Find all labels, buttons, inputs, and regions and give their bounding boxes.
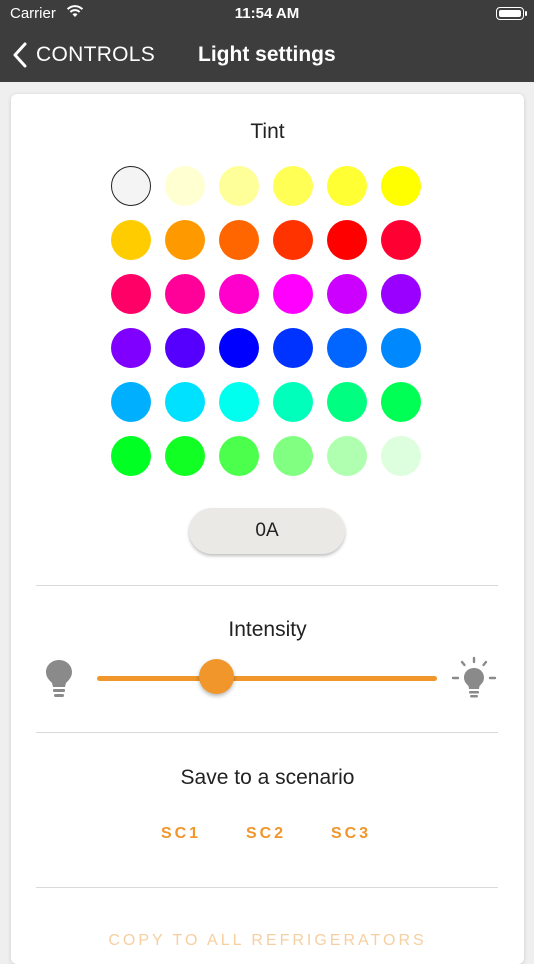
copy-to-all-button[interactable]: COPY TO ALL REFRIGERATORS xyxy=(11,932,524,950)
tint-swatch[interactable] xyxy=(165,166,205,206)
tint-swatch[interactable] xyxy=(219,274,259,314)
back-button[interactable]: CONTROLS xyxy=(12,40,155,70)
light-settings-card: Tint 0A Intensity Save to a scenario SC1… xyxy=(11,94,524,964)
tint-swatch[interactable] xyxy=(111,220,151,260)
tint-swatch[interactable] xyxy=(165,436,205,476)
back-label: CONTROLS xyxy=(36,43,156,66)
color-code-button[interactable]: 0A xyxy=(189,508,345,554)
tint-swatch[interactable] xyxy=(327,166,367,206)
tint-swatch[interactable] xyxy=(381,274,421,314)
tint-swatch[interactable] xyxy=(327,328,367,368)
bulb-off-icon xyxy=(46,660,72,697)
nav-bar: CONTROLS Light settings xyxy=(0,28,534,82)
tint-swatch[interactable] xyxy=(219,382,259,422)
tint-swatch[interactable] xyxy=(111,328,151,368)
divider xyxy=(36,585,498,586)
bulb-on-icon xyxy=(451,656,497,698)
scenario-3-button[interactable]: SC3 xyxy=(321,820,381,848)
tint-swatch[interactable] xyxy=(273,382,313,422)
tint-swatch[interactable] xyxy=(111,436,151,476)
tint-swatch[interactable] xyxy=(273,274,313,314)
intensity-slider-thumb[interactable] xyxy=(198,659,234,694)
tint-swatch[interactable] xyxy=(381,328,421,368)
intensity-title: Intensity xyxy=(228,618,307,641)
divider xyxy=(36,887,498,888)
battery-icon xyxy=(496,7,527,20)
tint-swatch[interactable] xyxy=(219,436,259,476)
tint-grid xyxy=(111,166,423,478)
tint-swatch[interactable] xyxy=(165,220,205,260)
tint-swatch[interactable] xyxy=(273,166,313,206)
tint-swatch[interactable] xyxy=(165,328,205,368)
tint-swatch[interactable] xyxy=(219,328,259,368)
scenario-1-button[interactable]: SC1 xyxy=(151,820,211,848)
tint-swatch[interactable] xyxy=(273,220,313,260)
status-time: 11:54 AM xyxy=(234,5,300,22)
divider xyxy=(36,732,498,733)
tint-swatch[interactable] xyxy=(273,328,313,368)
scenario-2-button[interactable]: SC2 xyxy=(236,820,296,848)
tint-swatch[interactable] xyxy=(381,436,421,476)
tint-swatch[interactable] xyxy=(111,166,151,206)
tint-swatch[interactable] xyxy=(219,220,259,260)
chevron-left-icon xyxy=(13,42,27,68)
tint-swatch[interactable] xyxy=(273,436,313,476)
page-title: Light settings xyxy=(198,43,336,66)
tint-swatch[interactable] xyxy=(327,220,367,260)
tint-swatch[interactable] xyxy=(111,382,151,422)
intensity-slider-track[interactable] xyxy=(97,676,437,681)
tint-swatch[interactable] xyxy=(165,274,205,314)
tint-swatch[interactable] xyxy=(381,382,421,422)
tint-swatch[interactable] xyxy=(219,166,259,206)
scenario-title: Save to a scenario xyxy=(180,766,355,789)
tint-swatch[interactable] xyxy=(327,274,367,314)
tint-title: Tint xyxy=(250,120,285,143)
tint-swatch[interactable] xyxy=(381,166,421,206)
tint-swatch[interactable] xyxy=(381,220,421,260)
tint-swatch[interactable] xyxy=(327,382,367,422)
tint-swatch[interactable] xyxy=(165,382,205,422)
tint-swatch[interactable] xyxy=(327,436,367,476)
tint-swatch[interactable] xyxy=(111,274,151,314)
status-bar: Carrier 11:54 AM xyxy=(0,0,534,28)
